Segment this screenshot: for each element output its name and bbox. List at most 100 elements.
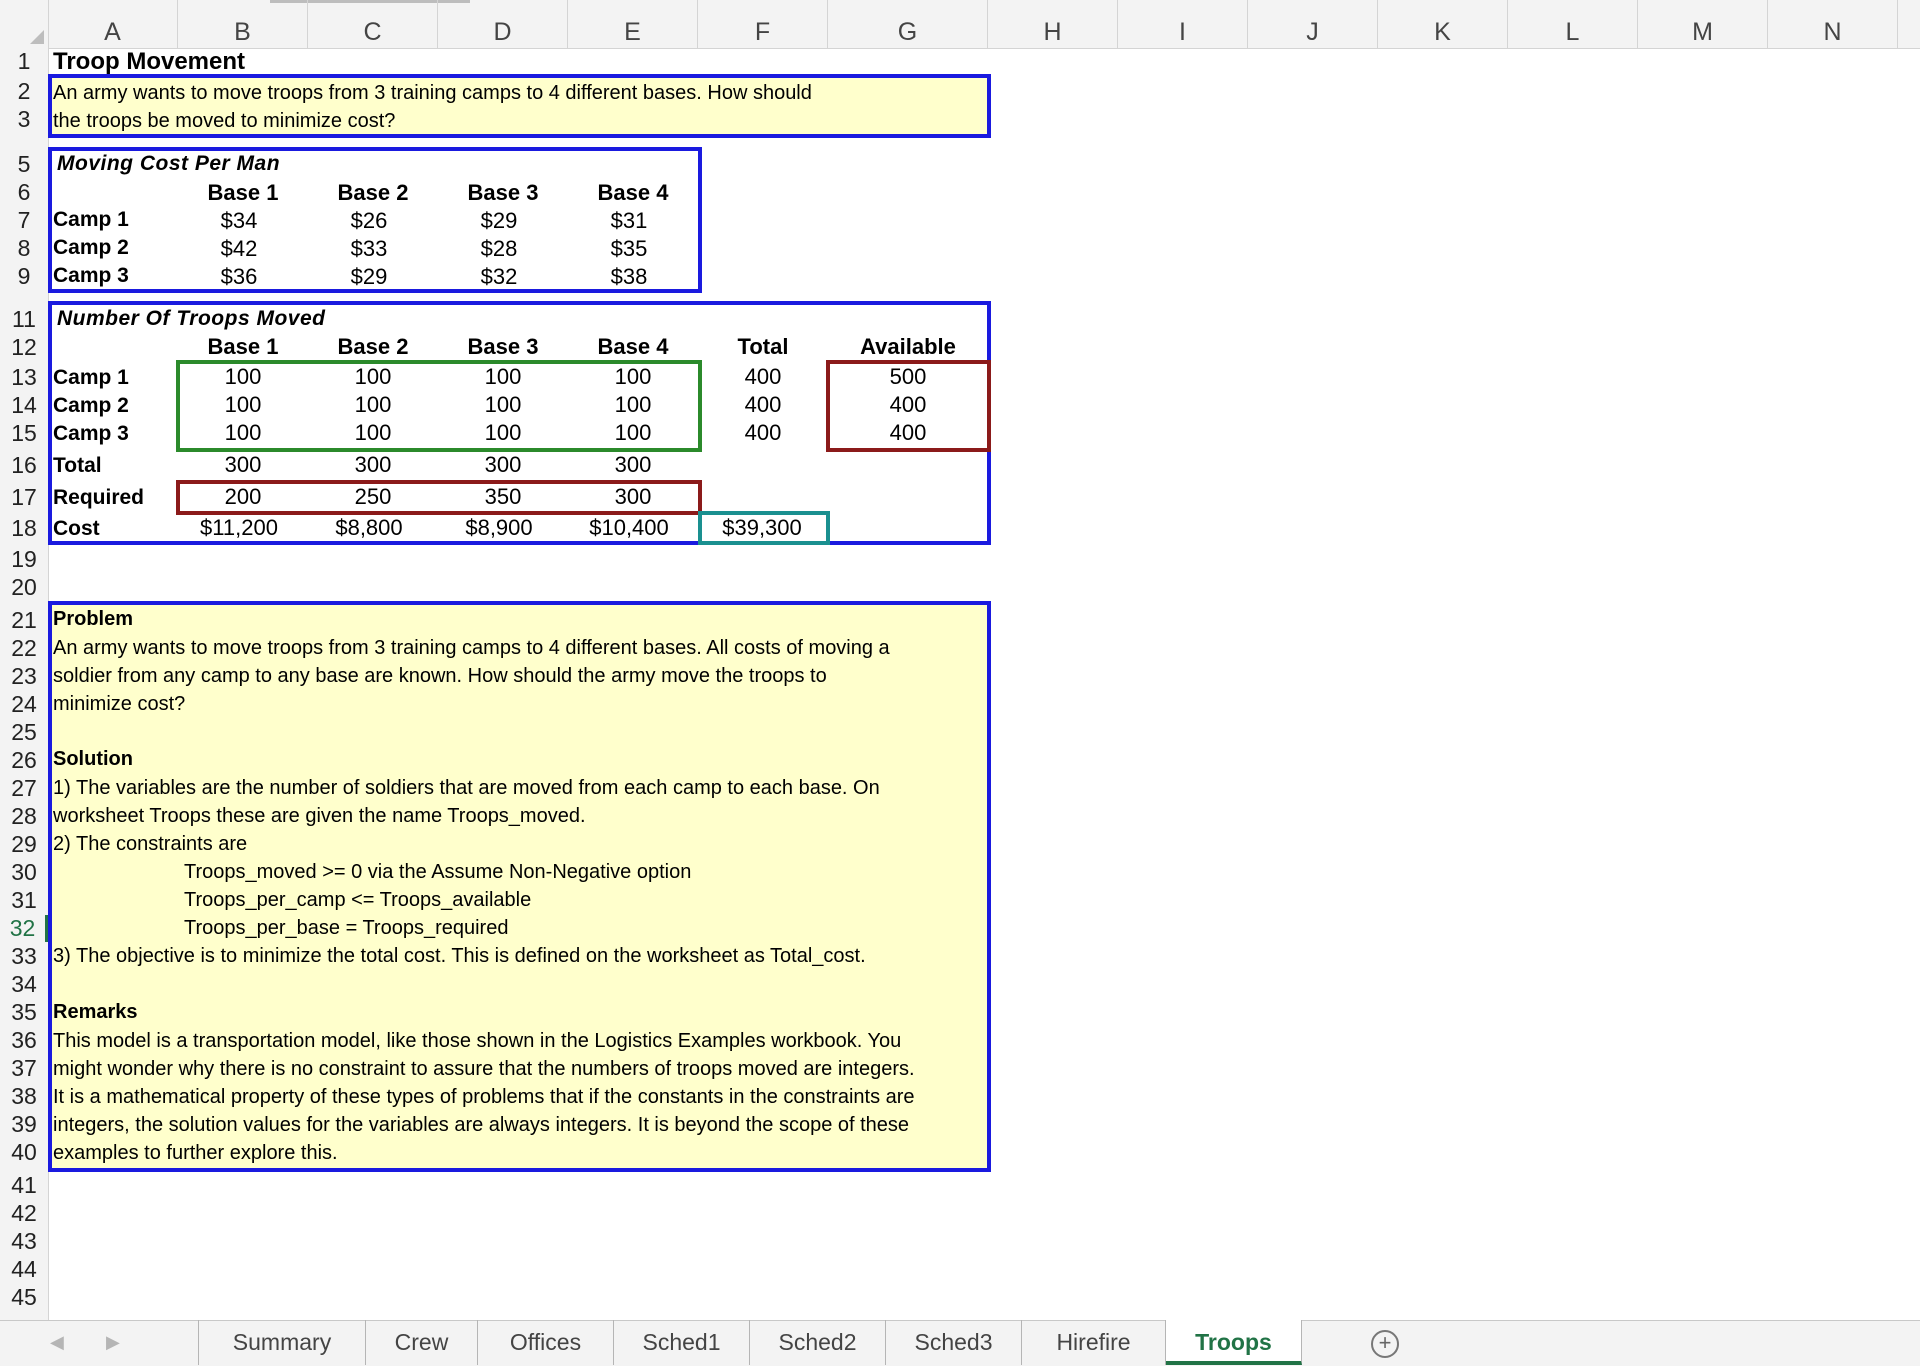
remarks-line[interactable]: This model is a transportation model, li…	[53, 1030, 901, 1053]
row-header[interactable]: 29	[0, 831, 48, 858]
camp-total-cell[interactable]: 400	[698, 392, 828, 418]
tab-summary[interactable]: Summary	[198, 1320, 366, 1365]
row-header[interactable]: 31	[0, 887, 48, 914]
tab-crew[interactable]: Crew	[366, 1320, 478, 1365]
troops-row-label[interactable]: Camp 3	[53, 422, 129, 446]
base-cost-cell[interactable]: $8,800	[308, 515, 430, 541]
constraint-line[interactable]: Troops_per_base = Troops_required	[184, 917, 508, 940]
row-header[interactable]: 25	[0, 719, 48, 746]
base-cost-cell[interactable]: $10,400	[568, 515, 690, 541]
row-header[interactable]: 43	[0, 1228, 48, 1255]
cost-table-heading[interactable]: Moving Cost Per Man	[57, 152, 280, 176]
solution-heading[interactable]: Solution	[53, 748, 133, 771]
problem-line[interactable]: soldier from any camp to any base are kn…	[53, 665, 827, 688]
column-header-l[interactable]: L	[1508, 0, 1638, 48]
total-row-label[interactable]: Total	[53, 454, 102, 478]
required-row-label[interactable]: Required	[53, 486, 144, 510]
cost-cell[interactable]: $33	[308, 236, 430, 262]
cost-row-label[interactable]: Cost	[53, 517, 100, 541]
tab-sched1[interactable]: Sched1	[614, 1320, 750, 1365]
row-header[interactable]: 19	[0, 546, 48, 573]
row-header[interactable]: 21	[0, 607, 48, 634]
cost-row-label[interactable]: Camp 3	[53, 264, 129, 288]
troops-cell[interactable]: 100	[308, 420, 438, 446]
row-header[interactable]: 24	[0, 691, 48, 718]
available-cell[interactable]: 400	[828, 392, 988, 418]
troops-cell[interactable]: 100	[178, 420, 308, 446]
solution-line[interactable]: 1) The variables are the number of soldi…	[53, 777, 880, 800]
column-header-e[interactable]: E	[568, 0, 698, 48]
troops-cell[interactable]: 100	[308, 392, 438, 418]
required-cell[interactable]: 350	[438, 484, 568, 510]
row-header[interactable]: 36	[0, 1027, 48, 1054]
row-header[interactable]: 28	[0, 803, 48, 830]
required-cell[interactable]: 250	[308, 484, 438, 510]
row-header[interactable]: 38	[0, 1083, 48, 1110]
row-header[interactable]: 33	[0, 943, 48, 970]
row-header[interactable]: 17	[0, 484, 48, 511]
troops-cell[interactable]: 100	[438, 420, 568, 446]
row-header[interactable]: 40	[0, 1139, 48, 1166]
row-header[interactable]: 8	[0, 235, 48, 262]
remarks-heading[interactable]: Remarks	[53, 1001, 138, 1024]
row-header[interactable]: 14	[0, 392, 48, 419]
row-header[interactable]: 9	[0, 263, 48, 290]
row-header[interactable]: 44	[0, 1256, 48, 1283]
row-header[interactable]: 27	[0, 775, 48, 802]
row-header[interactable]: 20	[0, 574, 48, 601]
troops-cell[interactable]: 100	[568, 392, 698, 418]
row-header[interactable]: 18	[0, 515, 48, 542]
cost-cell[interactable]: $38	[568, 264, 690, 290]
column-header-k[interactable]: K	[1378, 0, 1508, 48]
cost-cell[interactable]: $42	[178, 236, 300, 262]
row-header[interactable]: 1	[0, 48, 48, 75]
cost-header-base4[interactable]: Base 4	[568, 180, 698, 206]
available-cell[interactable]: 400	[828, 420, 988, 446]
sheet-title[interactable]: Troop Movement	[53, 48, 245, 76]
column-header-d[interactable]: D	[438, 0, 568, 48]
cost-cell[interactable]: $32	[438, 264, 560, 290]
row-header[interactable]: 39	[0, 1111, 48, 1138]
row-header[interactable]: 13	[0, 364, 48, 391]
column-header-f[interactable]: F	[698, 0, 828, 48]
cost-cell[interactable]: $35	[568, 236, 690, 262]
troops-cell[interactable]: 100	[308, 364, 438, 390]
base-total-cell[interactable]: 300	[308, 452, 438, 478]
row-header-selected[interactable]: 32	[0, 915, 48, 942]
column-header-j[interactable]: J	[1248, 0, 1378, 48]
row-header[interactable]: 26	[0, 747, 48, 774]
cost-row-label[interactable]: Camp 2	[53, 236, 129, 260]
row-header[interactable]: 45	[0, 1284, 48, 1311]
row-header[interactable]: 30	[0, 859, 48, 886]
cost-cell[interactable]: $28	[438, 236, 560, 262]
row-header[interactable]: 34	[0, 971, 48, 998]
row-header[interactable]: 3	[0, 106, 48, 133]
constraint-line[interactable]: Troops_moved >= 0 via the Assume Non-Neg…	[184, 861, 691, 884]
problem-line[interactable]: minimize cost?	[53, 693, 185, 716]
row-header[interactable]: 35	[0, 999, 48, 1026]
scroll-tabs-left-icon[interactable]: ◀	[50, 1332, 64, 1353]
camp-total-cell[interactable]: 400	[698, 420, 828, 446]
troops-table-heading[interactable]: Number Of Troops Moved	[57, 307, 325, 331]
select-all-corner[interactable]	[0, 0, 49, 48]
row-header[interactable]: 6	[0, 179, 48, 206]
intro-text-line2[interactable]: the troops be moved to minimize cost?	[53, 110, 395, 133]
troops-header-available[interactable]: Available	[828, 334, 988, 360]
cost-cell[interactable]: $31	[568, 208, 690, 234]
intro-text-line1[interactable]: An army wants to move troops from 3 trai…	[53, 82, 812, 105]
troops-header-base1[interactable]: Base 1	[178, 334, 308, 360]
row-header[interactable]: 16	[0, 452, 48, 479]
tab-offices[interactable]: Offices	[478, 1320, 614, 1365]
total-cost-cell[interactable]: $39,300	[702, 515, 822, 541]
remarks-line[interactable]: might wonder why there is no constraint …	[53, 1058, 915, 1081]
troops-cell[interactable]: 100	[178, 364, 308, 390]
column-header-b[interactable]: B	[178, 0, 308, 48]
required-cell[interactable]: 300	[568, 484, 698, 510]
troops-cell[interactable]: 100	[438, 364, 568, 390]
troops-row-label[interactable]: Camp 1	[53, 366, 129, 390]
problem-line[interactable]: An army wants to move troops from 3 trai…	[53, 637, 890, 660]
cost-cell[interactable]: $29	[308, 264, 430, 290]
base-total-cell[interactable]: 300	[178, 452, 308, 478]
row-header[interactable]: 15	[0, 420, 48, 447]
cost-header-base3[interactable]: Base 3	[438, 180, 568, 206]
